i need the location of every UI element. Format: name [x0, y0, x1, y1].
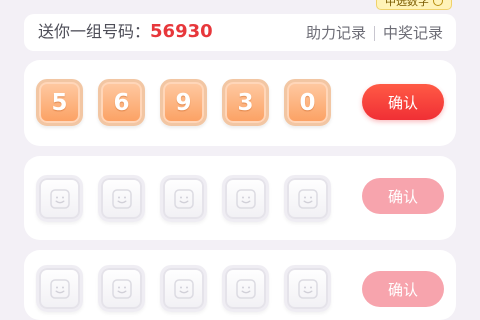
digit-tile[interactable]: 0: [284, 79, 331, 126]
smiley-face-icon: [110, 277, 134, 301]
smiley-face-icon: [296, 187, 320, 211]
digit-tile[interactable]: 3: [222, 79, 269, 126]
record-links: 助力记录 中奖记录: [306, 23, 443, 43]
selected-number-tag[interactable]: 中选数字: [376, 0, 452, 10]
number-row-card-1: 5 6 9 3 0 确认: [24, 60, 456, 146]
empty-digit-slot[interactable]: [98, 265, 145, 312]
confirm-button[interactable]: 确认: [362, 178, 444, 214]
confirm-button[interactable]: 确认: [362, 271, 444, 307]
empty-digit-slot[interactable]: [98, 175, 145, 222]
empty-digit-slot[interactable]: [36, 175, 83, 222]
digit-row-1: 5 6 9 3 0: [36, 79, 331, 126]
confirm-button[interactable]: 确认: [362, 84, 444, 120]
empty-digit-slot[interactable]: [36, 265, 83, 312]
help-record-link[interactable]: 助力记录: [306, 23, 366, 43]
smiley-face-icon: [234, 277, 258, 301]
digit-row-2: [36, 175, 331, 222]
empty-digit-slot[interactable]: [284, 265, 331, 312]
number-row-card-3: 确认: [24, 250, 456, 320]
smiley-face-icon: [48, 277, 72, 301]
empty-digit-slot[interactable]: [160, 265, 207, 312]
question-circle-icon: [433, 0, 443, 6]
digit-row-3: [36, 265, 331, 312]
gift-number-prefix: 送你一组号码：: [38, 22, 151, 41]
smiley-face-icon: [296, 277, 320, 301]
gift-number-text: 送你一组号码：56930: [38, 21, 213, 43]
digit-tile[interactable]: 6: [98, 79, 145, 126]
number-row-card-2: 确认: [24, 156, 456, 240]
empty-digit-slot[interactable]: [222, 175, 269, 222]
digit-tile[interactable]: 5: [36, 79, 83, 126]
smiley-face-icon: [234, 187, 258, 211]
empty-digit-slot[interactable]: [160, 175, 207, 222]
digit-tile[interactable]: 9: [160, 79, 207, 126]
tag-label: 中选数字: [385, 0, 429, 8]
smiley-face-icon: [110, 187, 134, 211]
smiley-face-icon: [172, 277, 196, 301]
link-divider: [373, 25, 375, 41]
empty-digit-slot[interactable]: [284, 175, 331, 222]
gift-number-value: 56930: [150, 21, 213, 42]
prize-record-link[interactable]: 中奖记录: [383, 23, 443, 43]
empty-digit-slot[interactable]: [222, 265, 269, 312]
number-info-bar: 送你一组号码：56930 助力记录 中奖记录: [24, 14, 456, 51]
smiley-face-icon: [48, 187, 72, 211]
smiley-face-icon: [172, 187, 196, 211]
